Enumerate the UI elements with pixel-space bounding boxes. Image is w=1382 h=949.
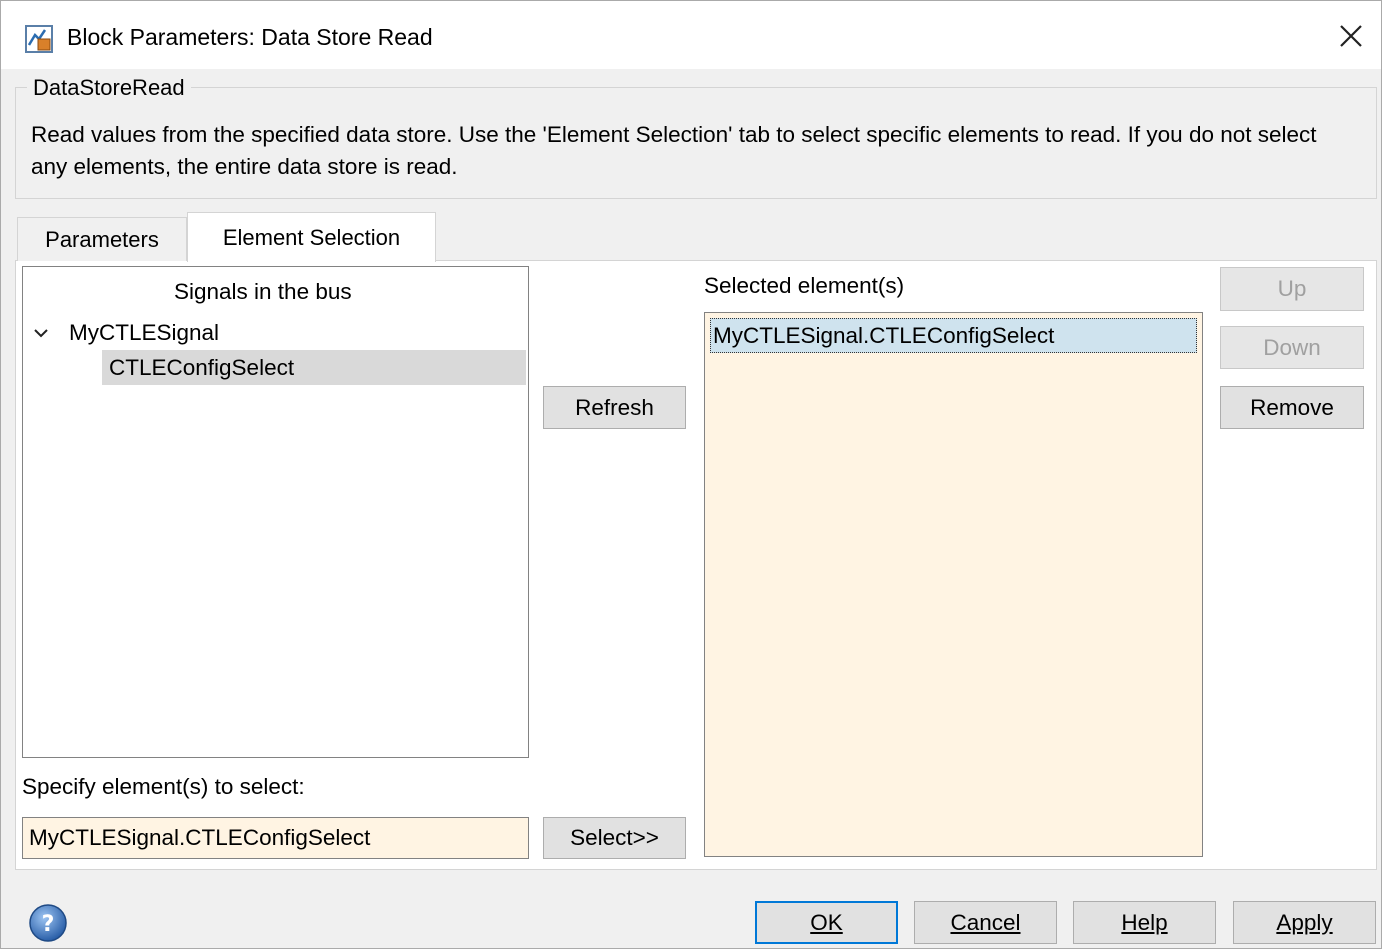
- tree-header: Signals in the bus: [174, 279, 352, 304]
- window-title: Block Parameters: Data Store Read: [67, 24, 433, 50]
- svg-text:?: ?: [42, 912, 55, 937]
- refresh-button[interactable]: Refresh: [543, 386, 686, 429]
- ok-button[interactable]: OK: [755, 901, 898, 944]
- block-parameters-dialog: Block Parameters: Data Store Read DataSt…: [0, 0, 1382, 949]
- title-bar: Block Parameters: Data Store Read: [1, 1, 1381, 69]
- selected-elements-label: Selected element(s): [704, 273, 905, 298]
- help-icon[interactable]: ?: [28, 903, 68, 943]
- ok-label: OK: [810, 909, 843, 935]
- tab-element-selection[interactable]: Element Selection: [187, 212, 436, 262]
- tree-node-parent[interactable]: MyCTLESignal: [69, 318, 219, 348]
- help-button[interactable]: Help: [1073, 901, 1216, 944]
- cancel-button[interactable]: Cancel: [914, 901, 1057, 944]
- close-icon[interactable]: [1326, 13, 1376, 59]
- chevron-down-icon[interactable]: [31, 323, 51, 343]
- block-description: Read values from the specified data stor…: [31, 122, 1317, 179]
- select-button[interactable]: Select>>: [543, 817, 686, 859]
- tree-node-child[interactable]: CTLEConfigSelect: [109, 353, 294, 383]
- tab-parameters[interactable]: Parameters: [17, 217, 187, 261]
- remove-button[interactable]: Remove: [1220, 386, 1364, 429]
- simulink-block-icon: [25, 25, 53, 53]
- cancel-label: Cancel: [950, 909, 1021, 935]
- down-button[interactable]: Down: [1220, 326, 1364, 369]
- specify-elements-input[interactable]: [22, 817, 529, 859]
- help-label: Help: [1121, 909, 1168, 935]
- group-divider: [15, 87, 1377, 88]
- apply-button[interactable]: Apply: [1233, 901, 1376, 944]
- block-type-title: DataStoreRead: [27, 73, 191, 103]
- selected-element-item[interactable]: MyCTLESignal.CTLEConfigSelect: [710, 318, 1197, 353]
- apply-label: Apply: [1276, 909, 1333, 935]
- up-button[interactable]: Up: [1220, 267, 1364, 311]
- specify-elements-label: Specify element(s) to select:: [22, 774, 305, 799]
- selected-elements-list[interactable]: [704, 312, 1203, 857]
